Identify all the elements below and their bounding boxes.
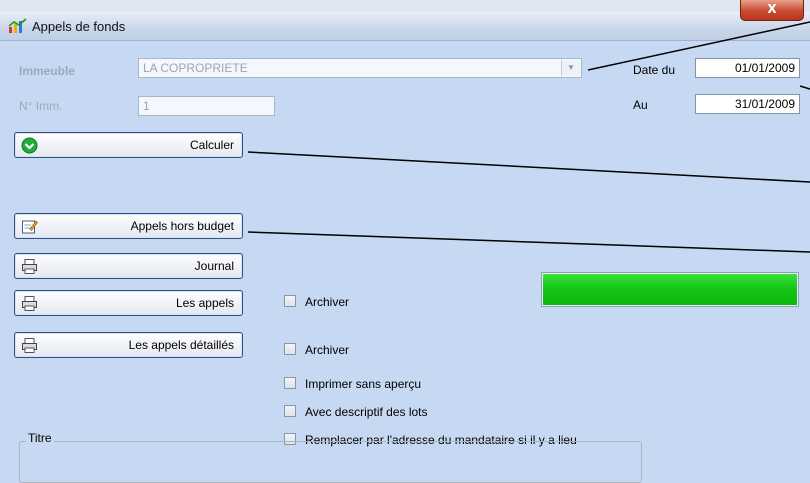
annotation-line-hors-budget	[247, 231, 810, 253]
annotation-line-calculer	[247, 151, 810, 183]
annotation-line-date	[799, 85, 810, 90]
annotation-lines	[247, 21, 810, 253]
annotation-line-immeuble	[587, 21, 810, 71]
